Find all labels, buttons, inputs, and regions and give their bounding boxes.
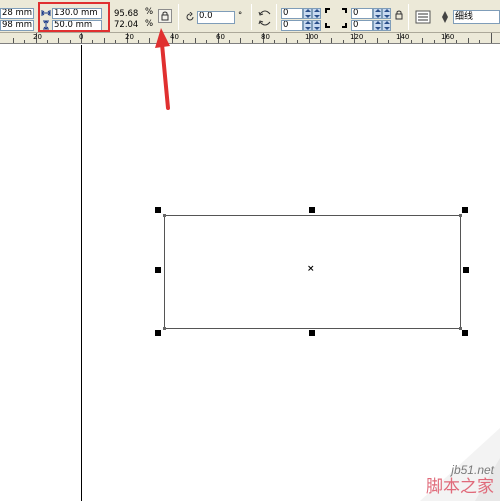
lock-icon bbox=[161, 11, 169, 21]
corner-bottom-left-spinner[interactable] bbox=[303, 20, 312, 31]
handle-middle-left[interactable] bbox=[155, 267, 161, 273]
ruler-tick bbox=[434, 40, 435, 43]
ruler-label: 120 bbox=[350, 33, 364, 41]
ruler-label: 0 bbox=[79, 33, 84, 41]
corner-node[interactable] bbox=[163, 214, 166, 217]
watermark-name: 脚本之家 bbox=[426, 477, 494, 497]
ruler-tick bbox=[252, 40, 253, 43]
ruler-tick bbox=[479, 40, 480, 43]
center-marker-icon[interactable]: × bbox=[307, 265, 315, 274]
handle-middle-right[interactable] bbox=[463, 267, 469, 273]
ruler-tick bbox=[138, 40, 139, 43]
lock-ratio-button[interactable] bbox=[158, 9, 172, 23]
scale-y-value[interactable]: 72.04 bbox=[114, 20, 138, 30]
corner-top-right-spinner-2[interactable] bbox=[382, 8, 391, 19]
ruler-tick bbox=[456, 40, 457, 43]
ruler-tick bbox=[240, 38, 241, 43]
ruler-tick bbox=[92, 40, 93, 43]
ruler-tick bbox=[149, 38, 150, 43]
ruler-label: 140 bbox=[396, 33, 410, 41]
toolbar-separator bbox=[251, 4, 252, 30]
ruler-tick bbox=[331, 38, 332, 43]
ruler-tick bbox=[411, 40, 412, 43]
ruler-tick bbox=[297, 40, 298, 43]
handle-bottom-right[interactable] bbox=[462, 330, 468, 336]
scale-x-value[interactable]: 95.68 bbox=[114, 9, 138, 19]
toolbar-separator bbox=[276, 4, 277, 30]
ruler-label: 20 bbox=[125, 33, 134, 41]
corner-node[interactable] bbox=[459, 214, 462, 217]
ruler-tick bbox=[365, 40, 366, 43]
corner-bottom-right-field[interactable]: 0 bbox=[351, 20, 373, 31]
watermark: jb51.net 脚本之家 bbox=[380, 418, 500, 501]
ruler-label: 80 bbox=[261, 33, 270, 41]
toolbar-separator bbox=[408, 4, 409, 30]
ruler-tick bbox=[286, 38, 287, 43]
corner-node[interactable] bbox=[459, 327, 462, 330]
ruler-label: 160 bbox=[441, 33, 455, 41]
size-highlight-box bbox=[38, 2, 110, 32]
rotate-icon bbox=[186, 12, 194, 21]
corner-lock-icon[interactable] bbox=[395, 10, 403, 20]
ruler-tick bbox=[274, 40, 275, 43]
annotation-arrow bbox=[155, 28, 170, 110]
ruler-tick bbox=[47, 40, 48, 43]
percent-y-label: % bbox=[145, 19, 154, 29]
corner-bottom-right-spinner-2[interactable] bbox=[382, 20, 391, 31]
ruler-label: 100 bbox=[305, 33, 319, 41]
ruler-label: 60 bbox=[216, 33, 225, 41]
ruler-tick bbox=[24, 40, 25, 43]
handle-bottom-left[interactable] bbox=[155, 330, 161, 336]
degree-label: ° bbox=[238, 11, 243, 21]
ruler-tick bbox=[320, 40, 321, 43]
corner-preview-icon bbox=[325, 8, 347, 28]
ruler-tick bbox=[377, 38, 378, 43]
outline-pen-icon bbox=[442, 11, 448, 23]
vertical-guideline[interactable] bbox=[81, 45, 82, 501]
corner-top-right-spinner[interactable] bbox=[373, 8, 382, 19]
ruler-label: 20 bbox=[33, 33, 42, 41]
corner-bottom-left-spinner-2[interactable] bbox=[312, 20, 321, 31]
ruler-tick bbox=[13, 38, 14, 43]
ruler-tick bbox=[104, 38, 105, 43]
property-bar: 28 mm 98 mm 130.0 mm 50.0 mm 95.68 72.04… bbox=[0, 0, 500, 33]
mirror-vertical-icon[interactable] bbox=[258, 19, 272, 29]
corner-top-right-field[interactable]: 0 bbox=[351, 8, 373, 19]
handle-bottom-center[interactable] bbox=[309, 330, 315, 336]
corner-top-left-spinner-2[interactable] bbox=[312, 8, 321, 19]
ruler-tick bbox=[58, 38, 59, 43]
rotation-angle-field[interactable]: 0.0 bbox=[197, 11, 235, 24]
corner-node[interactable] bbox=[163, 327, 166, 330]
handle-top-center[interactable] bbox=[309, 207, 315, 213]
corner-top-left-spinner[interactable] bbox=[303, 8, 312, 19]
ruler-tick bbox=[343, 40, 344, 43]
corner-bottom-left-field[interactable]: 0 bbox=[281, 20, 303, 31]
ruler-tick bbox=[388, 40, 389, 43]
ruler-tick bbox=[70, 40, 71, 43]
position-x-field[interactable]: 28 mm bbox=[0, 8, 34, 19]
outline-width-select[interactable]: 细线 bbox=[453, 10, 500, 24]
ruler-tick bbox=[115, 40, 116, 43]
ruler-tick bbox=[468, 38, 469, 43]
position-y-field[interactable]: 98 mm bbox=[0, 20, 34, 31]
ruler-tick bbox=[206, 40, 207, 43]
ruler-tick bbox=[195, 38, 196, 43]
percent-x-label: % bbox=[145, 7, 154, 17]
wrap-text-icon[interactable] bbox=[415, 10, 431, 24]
ruler-tick bbox=[491, 33, 492, 43]
handle-top-left[interactable] bbox=[155, 207, 161, 213]
handle-top-right[interactable] bbox=[462, 207, 468, 213]
corner-bottom-right-spinner[interactable] bbox=[373, 20, 382, 31]
corner-top-left-field[interactable]: 0 bbox=[281, 8, 303, 19]
horizontal-ruler[interactable]: 20 0 20 40 60 80 100 120 140 160 bbox=[0, 33, 500, 44]
ruler-tick bbox=[422, 38, 423, 43]
mirror-horizontal-icon[interactable] bbox=[258, 7, 272, 17]
ruler-tick bbox=[229, 40, 230, 43]
